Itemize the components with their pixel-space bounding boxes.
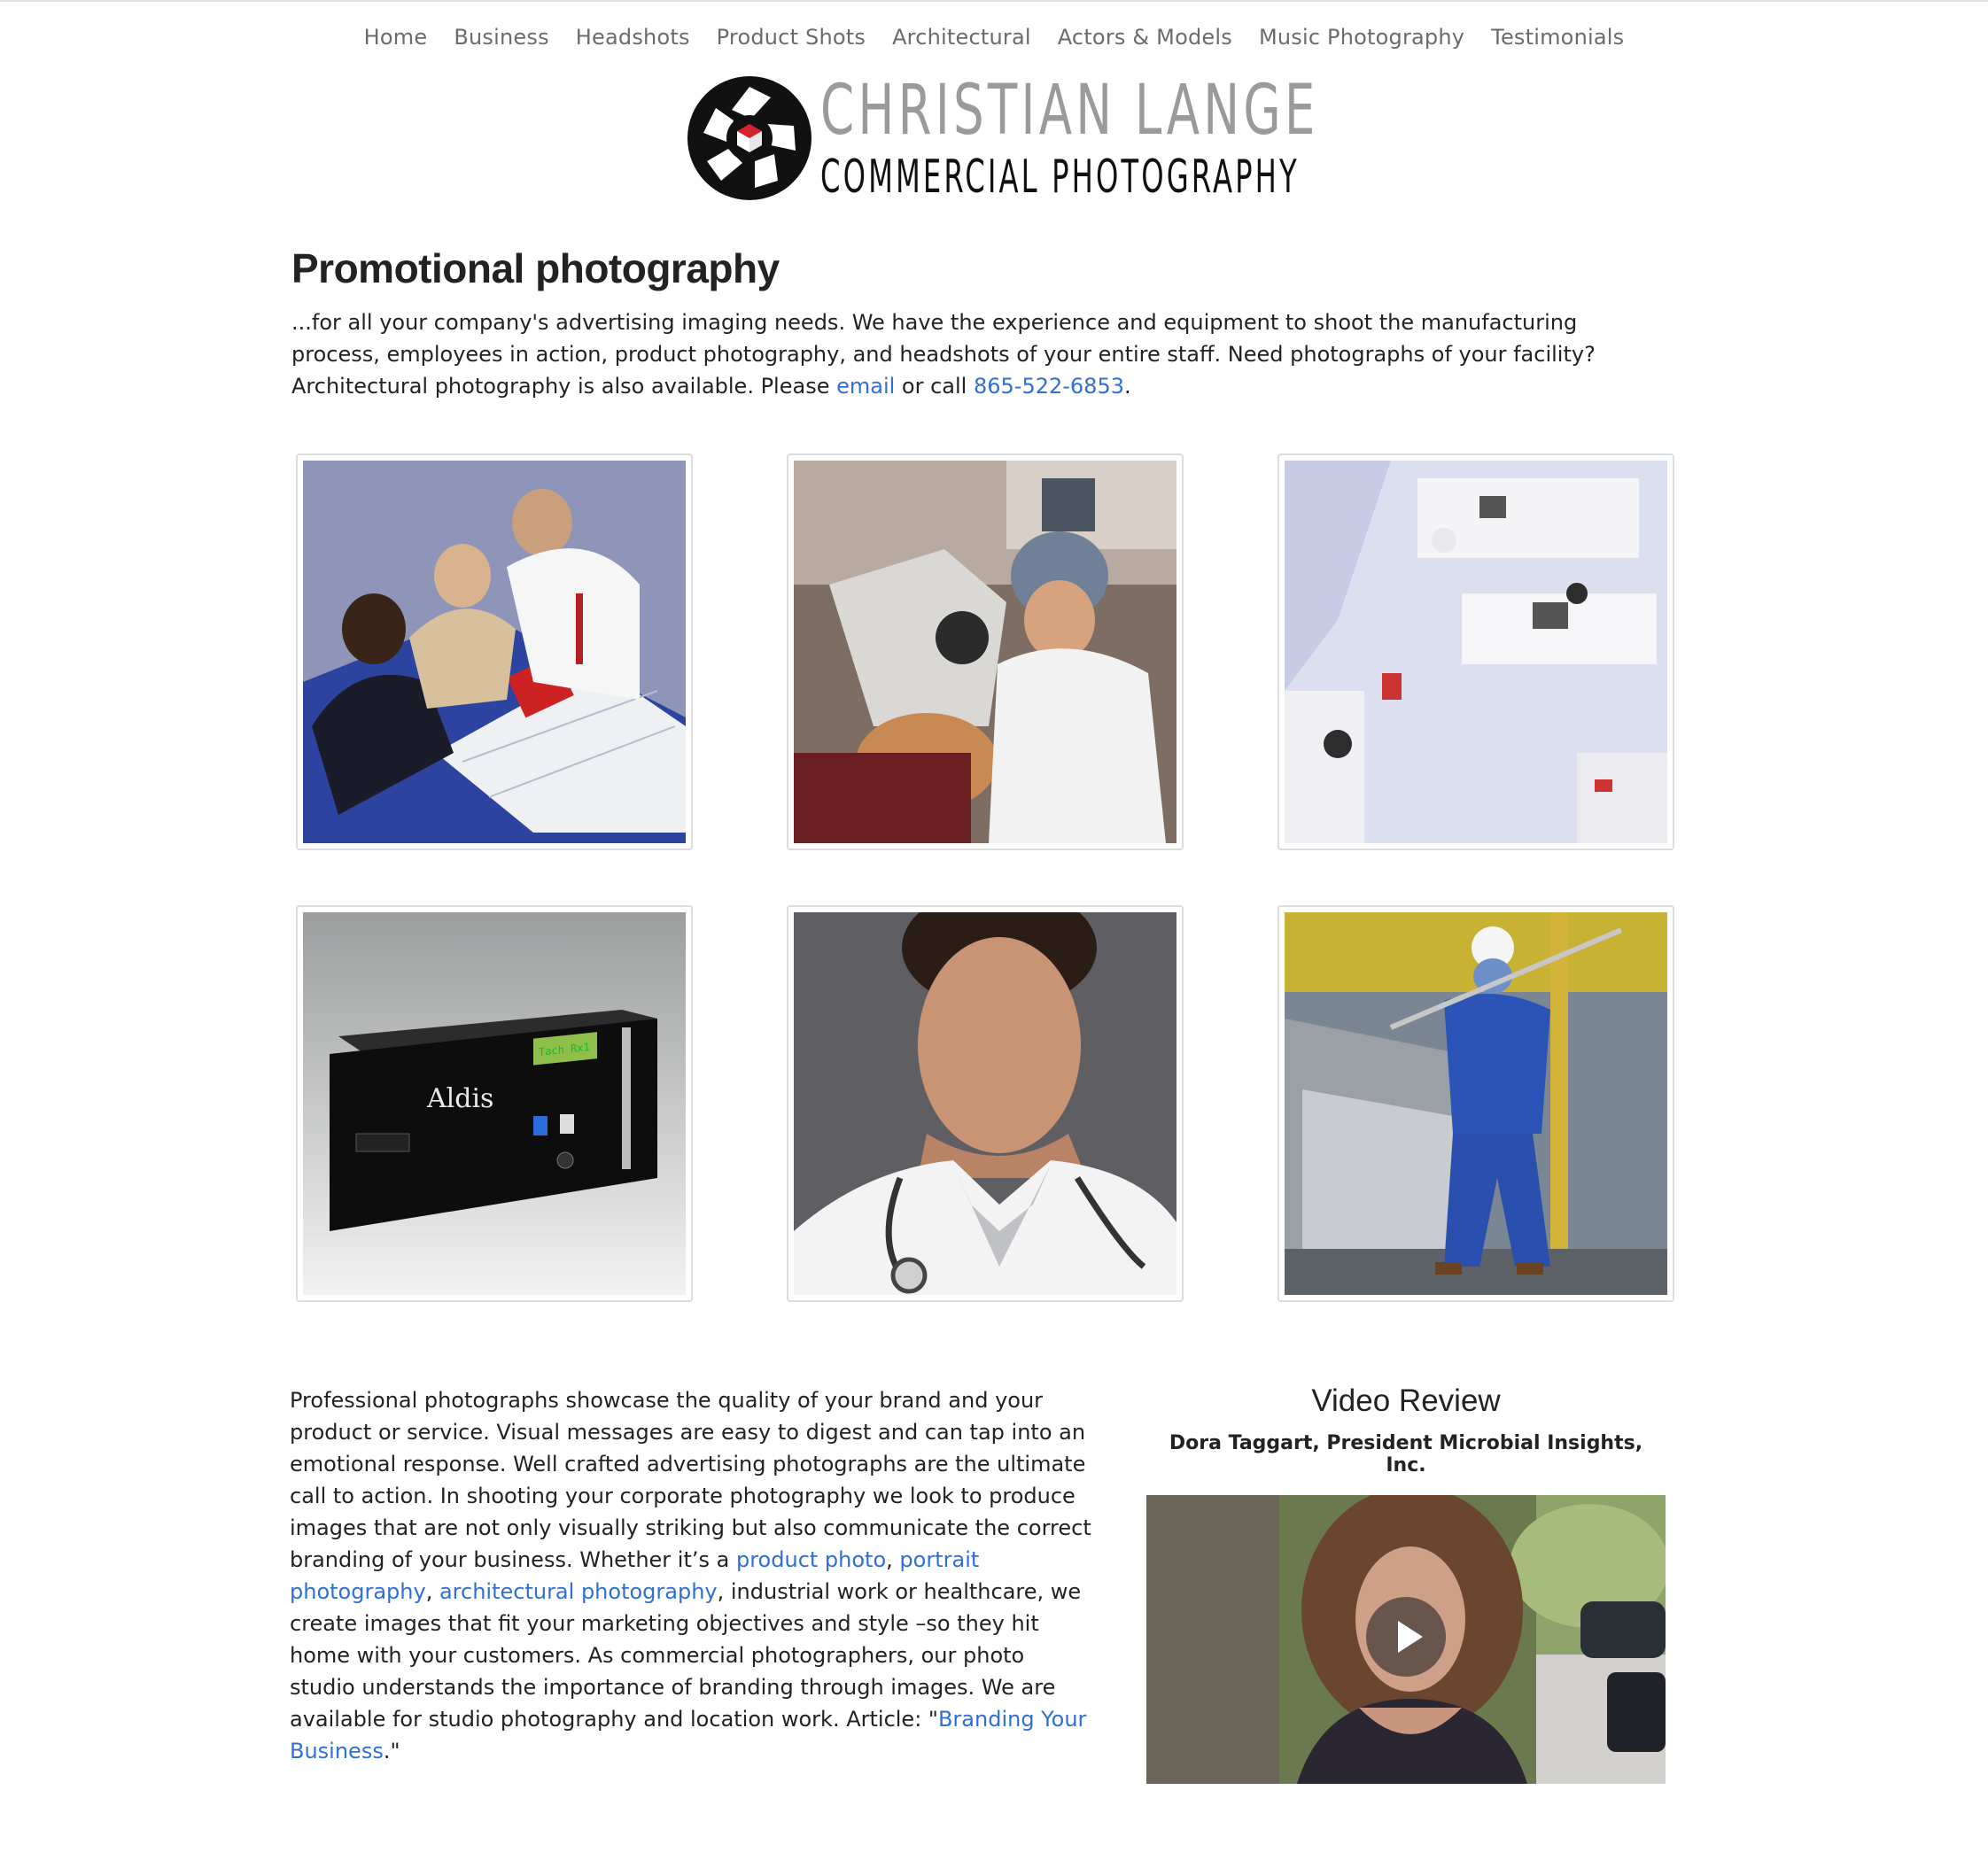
main-nav: Home Business Headshots Product Shots Ar… — [0, 19, 1988, 55]
gallery-item-aldis-product[interactable]: Tach Rx1 Aldis — [296, 905, 693, 1302]
top-border — [0, 0, 1988, 2]
product-photo-link[interactable]: product photo — [736, 1547, 886, 1572]
intro-text: . — [1123, 374, 1131, 399]
nav-testimonials[interactable]: Testimonials — [1478, 19, 1637, 55]
intro-paragraph: ...for all your company's advertising im… — [291, 306, 1620, 402]
nav-product-shots[interactable]: Product Shots — [703, 19, 879, 55]
gallery-item-industrial-worker[interactable] — [1277, 905, 1674, 1302]
aldis-product-photo: Tach Rx1 Aldis — [303, 912, 686, 1295]
video-review-subtitle: Dora Taggart, President Microbial Insigh… — [1169, 1432, 1643, 1476]
intro-text: or call — [895, 374, 974, 399]
video-review-title: Video Review — [1311, 1383, 1501, 1418]
nav-home[interactable]: Home — [351, 19, 441, 55]
body-text: , — [425, 1579, 439, 1604]
body-text: ." — [383, 1739, 400, 1763]
nav-actors-models[interactable]: Actors & Models — [1044, 19, 1246, 55]
email-link[interactable]: email — [836, 374, 895, 399]
gallery-item-laboratory[interactable] — [1277, 453, 1674, 850]
industrial-worker-photo — [1285, 912, 1667, 1295]
phone-link[interactable]: 865-522-6853 — [974, 374, 1124, 399]
nav-music-photography[interactable]: Music Photography — [1246, 19, 1478, 55]
business-meeting-photo — [303, 461, 686, 843]
doctor-headshot-photo — [794, 912, 1176, 1295]
body-text: Professional photographs showcase the qu… — [290, 1388, 1091, 1572]
body-paragraph: Professional photographs showcase the qu… — [290, 1384, 1096, 1767]
eye-exam-photo — [794, 461, 1176, 843]
video-player[interactable] — [1146, 1495, 1666, 1784]
laboratory-overhead-photo — [1285, 461, 1667, 843]
gallery-item-business-meeting[interactable] — [296, 453, 693, 850]
nav-business[interactable]: Business — [440, 19, 562, 55]
body-text: , — [886, 1547, 900, 1572]
architectural-photography-link[interactable]: architectural photography — [439, 1579, 718, 1604]
gallery-item-eye-exam[interactable] — [787, 453, 1184, 850]
gallery-item-doctor-headshot[interactable] — [787, 905, 1184, 1302]
logo-title: CHRISTIAN LANGE — [820, 71, 1319, 151]
logo-subtitle: COMMERCIAL PHOTOGRAPHY — [820, 151, 1300, 204]
nav-headshots[interactable]: Headshots — [563, 19, 703, 55]
nav-architectural[interactable]: Architectural — [879, 19, 1044, 55]
play-button-icon[interactable] — [1366, 1597, 1446, 1677]
product-brand-text: Aldis — [426, 1083, 493, 1114]
site-logo[interactable]: CHRISTIAN LANGE COMMERCIAL PHOTOGRAPHY — [686, 71, 1319, 202]
page-title: Promotional photography — [291, 245, 780, 291]
aperture-logo-icon — [687, 76, 812, 200]
